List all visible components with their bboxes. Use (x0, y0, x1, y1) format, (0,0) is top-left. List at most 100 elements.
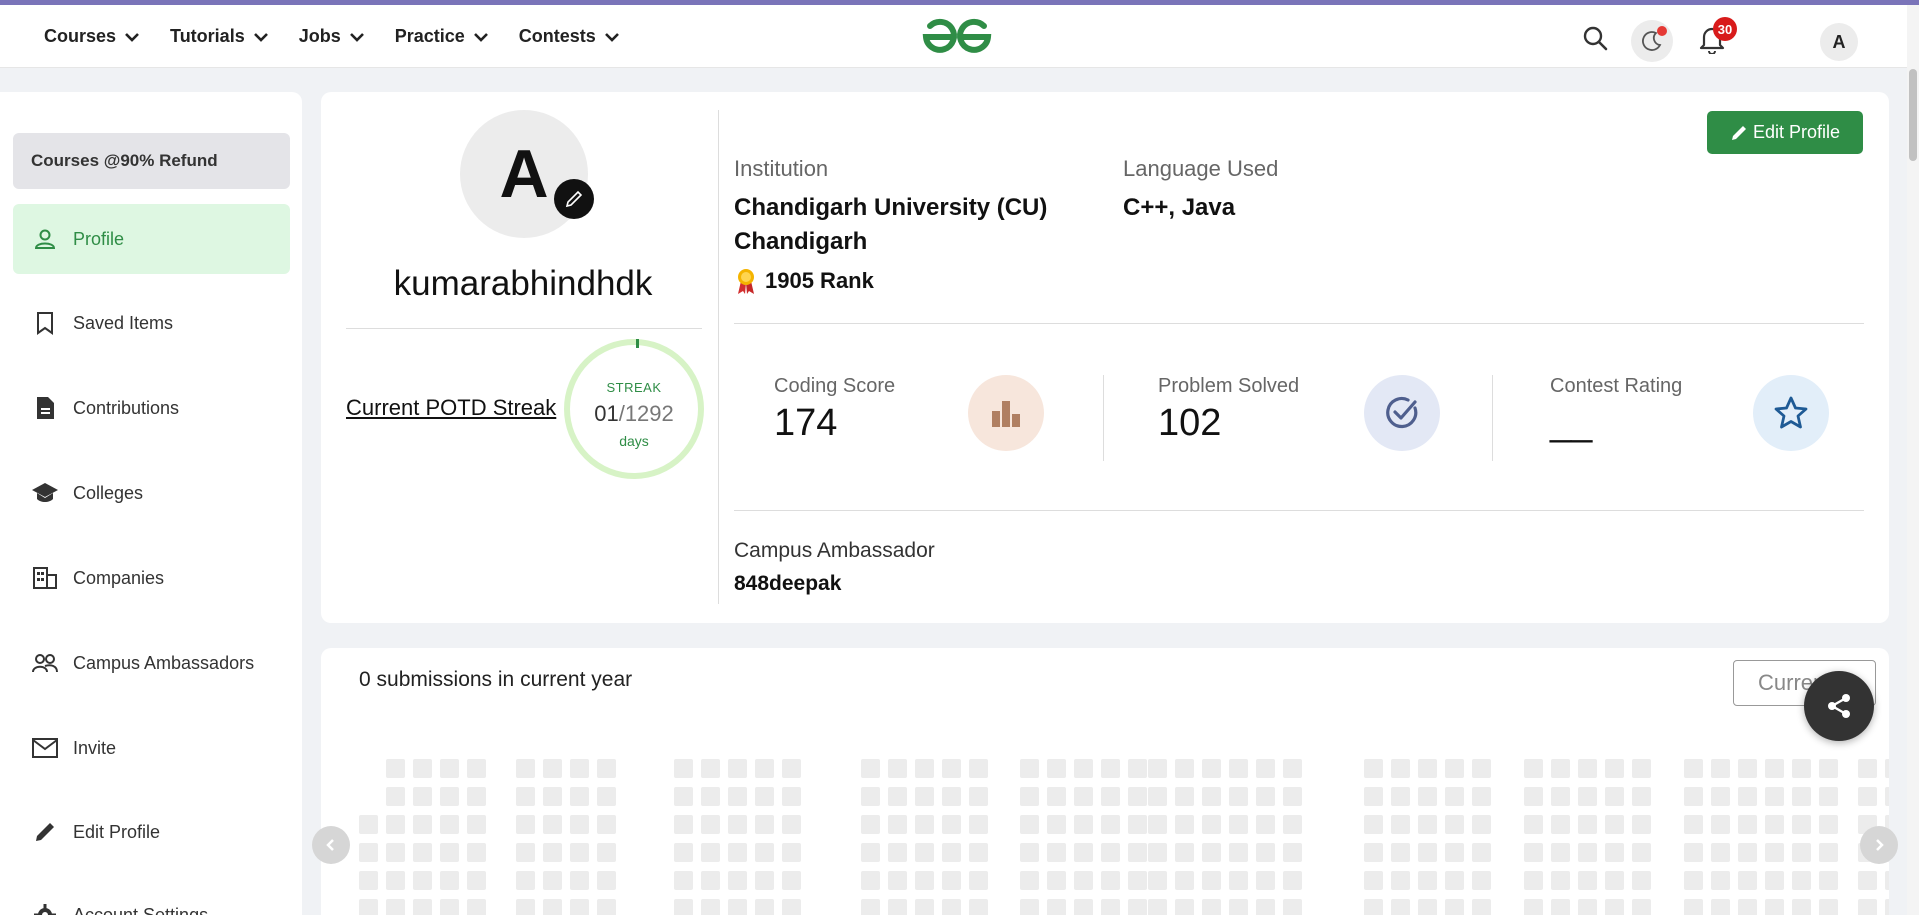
heatmap-cell (1101, 815, 1120, 834)
search-button[interactable] (1580, 23, 1610, 53)
heatmap-cell (1283, 815, 1302, 834)
heatmap-cell (1765, 759, 1784, 778)
streak-ring: STREAK 01/1292 days (564, 339, 704, 479)
heatmap-cell (755, 871, 774, 890)
contest-rating-value: __ (1550, 402, 1593, 444)
heatmap-cell (359, 843, 378, 862)
sidebar-item-account-settings[interactable]: Account Settings (13, 880, 290, 915)
heatmap-cell (1148, 787, 1167, 806)
nav-jobs[interactable]: Jobs (299, 26, 365, 47)
heatmap-next-button[interactable] (1860, 826, 1898, 864)
heatmap-cell (1765, 899, 1784, 915)
heatmap-cell (386, 899, 405, 915)
sidebar-item-invite[interactable]: Invite (13, 713, 290, 783)
heatmap-cell (1364, 843, 1383, 862)
heatmap-cell (1074, 787, 1093, 806)
nav-practice[interactable]: Practice (395, 26, 489, 47)
heatmap-cell (1472, 899, 1491, 915)
sidebar-item-colleges[interactable]: Colleges (13, 458, 290, 528)
heatmap-cell (1175, 843, 1194, 862)
star-icon (1753, 375, 1829, 451)
heatmap-cell (888, 787, 907, 806)
heatmap-cell (969, 815, 988, 834)
user-avatar-button[interactable]: A (1820, 23, 1858, 61)
heatmap-cell (1711, 871, 1730, 890)
heatmap-prev-button[interactable] (312, 826, 350, 864)
heatmap-cell (1792, 787, 1811, 806)
heatmap-cell (516, 787, 535, 806)
heatmap-cell (467, 787, 486, 806)
search-icon (1583, 26, 1608, 51)
streak-current: 01 (594, 401, 619, 426)
nav-tutorials[interactable]: Tutorials (170, 26, 269, 47)
heatmap-cell (1148, 899, 1167, 915)
heatmap-cell (942, 871, 961, 890)
edit-avatar-button[interactable] (554, 179, 594, 219)
heatmap-cell (674, 899, 693, 915)
heatmap-cell (516, 759, 535, 778)
language-label: Language Used (1123, 156, 1279, 181)
vertical-divider (718, 110, 719, 604)
heatmap-cell (570, 759, 589, 778)
heatmap-cell (674, 815, 693, 834)
person-icon (31, 225, 59, 253)
heatmap-cell (1765, 871, 1784, 890)
heatmap-cell (440, 899, 459, 915)
gfg-logo-icon[interactable] (918, 15, 996, 55)
heatmap-cell (1074, 899, 1093, 915)
divider (734, 510, 1864, 511)
nav-tutorials-label: Tutorials (170, 26, 245, 46)
heatmap-cell (1229, 899, 1248, 915)
heatmap-cell (1175, 787, 1194, 806)
potd-streak-link[interactable]: Current POTD Streak (346, 395, 556, 421)
courses-refund-button[interactable]: Courses @90% Refund (13, 133, 290, 189)
scrollbar-thumb[interactable] (1909, 69, 1917, 161)
page-scrollbar[interactable] (1907, 5, 1919, 915)
streak-unit: days (619, 433, 649, 449)
heatmap-cell (701, 899, 720, 915)
check-circle-icon (1364, 375, 1440, 451)
heatmap-cell (1578, 815, 1597, 834)
heatmap-cell (386, 787, 405, 806)
notifications-button[interactable]: 30 (1693, 17, 1737, 59)
sidebar-item-edit-profile[interactable]: Edit Profile (13, 797, 290, 867)
heatmap-cell (1364, 759, 1383, 778)
sidebar-item-campus-ambassadors[interactable]: Campus Ambassadors (13, 628, 290, 698)
coding-score-value: 174 (774, 402, 838, 444)
theme-toggle-button[interactable] (1631, 20, 1673, 62)
heatmap-cell (1858, 759, 1877, 778)
gear-icon (31, 901, 59, 915)
sidebar-item-profile[interactable]: Profile (13, 204, 290, 274)
heatmap-cell (1074, 759, 1093, 778)
heatmap-cell (1418, 899, 1437, 915)
heatmap-cell (1445, 815, 1464, 834)
language-value: C++, Java (1123, 194, 1236, 221)
edit-profile-button[interactable]: Edit Profile (1707, 111, 1863, 154)
sidebar-item-companies[interactable]: Companies (13, 543, 290, 613)
heatmap-cell (728, 899, 747, 915)
sidebar-item-saved-items[interactable]: Saved Items (13, 288, 290, 358)
heatmap-cell (1819, 871, 1838, 890)
heatmap-cell (915, 787, 934, 806)
heatmap-cell (1020, 815, 1039, 834)
heatmap-cell (1632, 899, 1651, 915)
institution-value: Chandigarh University (CU) Chandigarh (734, 194, 1048, 255)
heatmap-cell (1418, 759, 1437, 778)
chevron-down-icon (473, 32, 488, 42)
campus-ambassador-value[interactable]: 848deepak (734, 572, 841, 596)
nav-courses[interactable]: Courses (44, 26, 140, 47)
heatmap-cell (942, 815, 961, 834)
document-icon (31, 394, 59, 422)
heatmap-cell (1020, 843, 1039, 862)
heatmap-cell (467, 871, 486, 890)
share-button[interactable] (1804, 671, 1874, 741)
heatmap-cell (440, 787, 459, 806)
heatmap-cell (597, 899, 616, 915)
heatmap-cell (1605, 843, 1624, 862)
heatmap-cell (1074, 815, 1093, 834)
notification-count-badge: 30 (1713, 17, 1737, 41)
nav-contests[interactable]: Contests (519, 26, 620, 47)
heatmap-cell (1711, 815, 1730, 834)
sidebar-item-contributions[interactable]: Contributions (13, 373, 290, 443)
submissions-card: 0 submissions in current year Current (321, 648, 1889, 915)
